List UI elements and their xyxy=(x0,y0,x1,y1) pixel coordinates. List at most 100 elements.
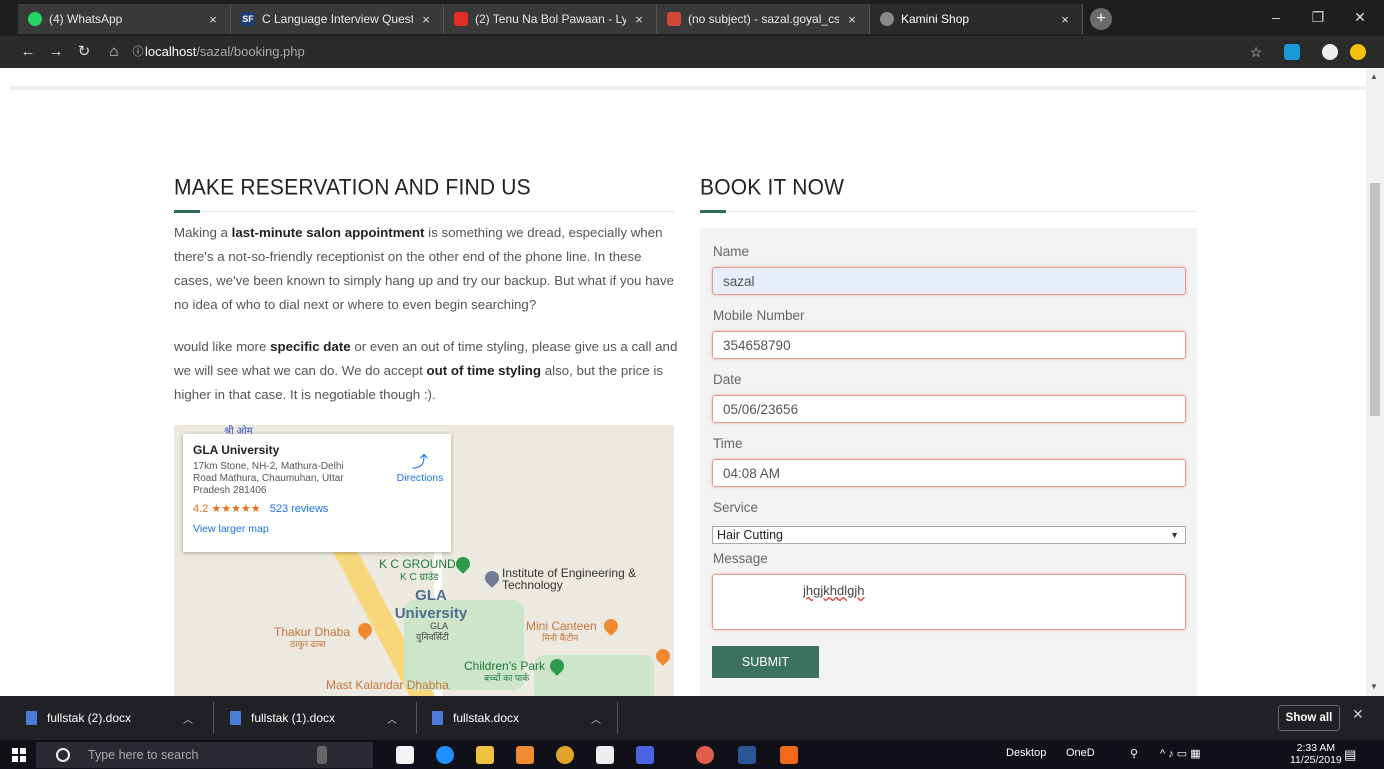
date-input[interactable] xyxy=(712,395,1186,423)
vlc-icon[interactable] xyxy=(516,746,534,764)
edge-icon[interactable] xyxy=(436,746,454,764)
scroll-up-icon[interactable]: ▲ xyxy=(1370,72,1378,81)
directions-label: Directions xyxy=(396,472,444,484)
tab-close-icon[interactable]: × xyxy=(845,12,859,27)
divider xyxy=(213,702,214,734)
reviews-link[interactable]: 523 reviews xyxy=(270,503,329,515)
submit-button[interactable]: SUBMIT xyxy=(712,646,819,678)
download-filename: fullstak (1).docx xyxy=(251,711,336,725)
download-item[interactable]: fullstak (1).docx ︿ xyxy=(230,706,397,730)
search-placeholder: Type here to search xyxy=(88,748,199,762)
show-all-button[interactable]: Show all xyxy=(1278,705,1340,731)
divider xyxy=(700,211,1197,212)
maximize-icon[interactable]: ❐ xyxy=(1298,4,1338,30)
chevron-down-icon: ▼ xyxy=(1170,530,1179,540)
chevron-up-icon[interactable]: ︿ xyxy=(183,711,193,726)
map-label: ठाकुर ढाबा xyxy=(290,639,326,649)
chrome-active-icon[interactable] xyxy=(696,746,714,764)
bookmark-star-icon[interactable]: ☆ xyxy=(1246,42,1266,62)
chevron-up-icon[interactable]: ︿ xyxy=(591,711,601,726)
page-scrollbar[interactable]: ▲ ▼ xyxy=(1366,68,1384,696)
word-icon[interactable] xyxy=(636,746,654,764)
file-explorer-icon[interactable] xyxy=(476,746,494,764)
scroll-down-icon[interactable]: ▼ xyxy=(1370,682,1378,691)
message-textarea[interactable]: jhgjkhdlgjh xyxy=(712,574,1186,630)
back-icon[interactable]: ← xyxy=(18,42,38,62)
divider xyxy=(174,211,674,212)
globe-icon xyxy=(880,12,894,26)
new-tab-button[interactable]: + xyxy=(1090,8,1112,30)
name-input[interactable] xyxy=(712,267,1186,295)
tab-gmail[interactable]: (no subject) - sazal.goyal_cs17@ × xyxy=(657,4,870,34)
mail-icon[interactable] xyxy=(596,746,614,764)
view-larger-map-link[interactable]: View larger map xyxy=(193,523,441,535)
word-active-icon[interactable] xyxy=(738,746,756,764)
notification-icon[interactable] xyxy=(1350,44,1366,60)
word-doc-icon xyxy=(230,711,241,725)
map-label: K C ग्राउंड xyxy=(400,572,439,583)
mobile-label: Mobile Number xyxy=(713,308,805,323)
tab-close-icon[interactable]: × xyxy=(419,12,433,27)
window-close-icon[interactable]: ✕ xyxy=(1340,4,1380,30)
service-label: Service xyxy=(713,500,759,515)
forward-icon[interactable]: → xyxy=(46,42,66,62)
directions-button[interactable]: ⤴ Directions xyxy=(395,448,445,484)
microphone-icon[interactable] xyxy=(317,746,327,764)
system-clock[interactable]: 2:33 AM 11/25/2019 xyxy=(1290,742,1342,766)
action-center-icon[interactable]: ▤ xyxy=(1344,747,1356,763)
heading-accent xyxy=(700,210,726,213)
google-map[interactable]: श्री ओम K C GROUND K C ग्राउंड Institute… xyxy=(174,425,674,696)
map-label: GLA University xyxy=(394,587,468,622)
desktop-toolbar[interactable]: Desktop xyxy=(1006,747,1046,759)
whatsapp-icon xyxy=(28,12,42,26)
sf-icon: SF xyxy=(241,12,255,26)
tab-close-icon[interactable]: × xyxy=(632,12,646,27)
home-icon[interactable]: ⌂ xyxy=(104,42,124,62)
tab-kamini-shop[interactable]: Kamini Shop × xyxy=(870,4,1083,34)
tab-close-icon[interactable]: × xyxy=(206,12,220,27)
tab-youtube[interactable]: (2) Tenu Na Bol Pawaan - Lyrical × xyxy=(444,4,657,34)
people-icon[interactable]: ⚲ xyxy=(1130,747,1138,760)
reload-icon[interactable]: ↻ xyxy=(74,42,94,62)
tab-title: C Language Interview Questions xyxy=(262,12,413,26)
minimize-icon[interactable]: – xyxy=(1256,4,1296,30)
chrome-icon[interactable] xyxy=(556,746,574,764)
map-pin-icon xyxy=(601,616,621,636)
reservation-heading: MAKE RESERVATION AND FIND US xyxy=(174,175,531,200)
download-filename: fullstak.docx xyxy=(453,711,520,725)
youtube-icon xyxy=(454,12,468,26)
close-icon[interactable]: ✕ xyxy=(1352,706,1364,723)
tab-close-icon[interactable]: × xyxy=(1058,12,1072,27)
download-item[interactable]: fullstak (2).docx ︿ xyxy=(26,706,193,730)
tray-icons[interactable]: ^ ♪ ▭ ▦ xyxy=(1160,747,1201,760)
store-icon[interactable] xyxy=(396,746,414,764)
windows-taskbar: Type here to search Desktop OneD ⚲ ^ ♪ ▭… xyxy=(0,740,1384,769)
extension-icon[interactable] xyxy=(1284,44,1300,60)
download-item[interactable]: fullstak.docx ︿ xyxy=(432,706,601,730)
rating-stars-icon: ★★★★★ xyxy=(211,503,261,515)
windows-start-icon[interactable] xyxy=(12,748,26,762)
date-label: Date xyxy=(713,372,742,387)
map-pin-icon xyxy=(453,554,473,574)
map-pin-icon xyxy=(482,568,502,588)
place-address: 17km Stone, NH-2, Mathura-Delhi Road Mat… xyxy=(193,461,344,496)
map-pin-icon xyxy=(653,646,673,666)
time-input[interactable] xyxy=(712,459,1186,487)
xampp-icon[interactable] xyxy=(780,746,798,764)
chevron-up-icon[interactable]: ︿ xyxy=(387,711,397,726)
download-filename: fullstak (2).docx xyxy=(47,711,132,725)
tab-c-language[interactable]: SF C Language Interview Questions × xyxy=(231,4,444,34)
scroll-thumb[interactable] xyxy=(1370,183,1380,416)
word-doc-icon xyxy=(432,711,443,725)
tab-whatsapp[interactable]: (4) WhatsApp × xyxy=(18,4,231,34)
tab-title: (no subject) - sazal.goyal_cs17@ xyxy=(688,12,839,26)
service-select[interactable]: Hair Cutting ▼ xyxy=(712,526,1186,544)
url-path: /sazal/booking.php xyxy=(196,44,305,59)
address-bar[interactable]: localhost/sazal/booking.php xyxy=(145,41,1235,63)
profile-icon[interactable] xyxy=(1322,44,1338,60)
tab-title: (2) Tenu Na Bol Pawaan - Lyrical xyxy=(475,12,626,26)
book-heading: BOOK IT NOW xyxy=(700,175,845,200)
mobile-input[interactable] xyxy=(712,331,1186,359)
map-label: बच्चों का पार्क xyxy=(484,673,530,683)
onedrive-toolbar[interactable]: OneD xyxy=(1066,747,1095,759)
